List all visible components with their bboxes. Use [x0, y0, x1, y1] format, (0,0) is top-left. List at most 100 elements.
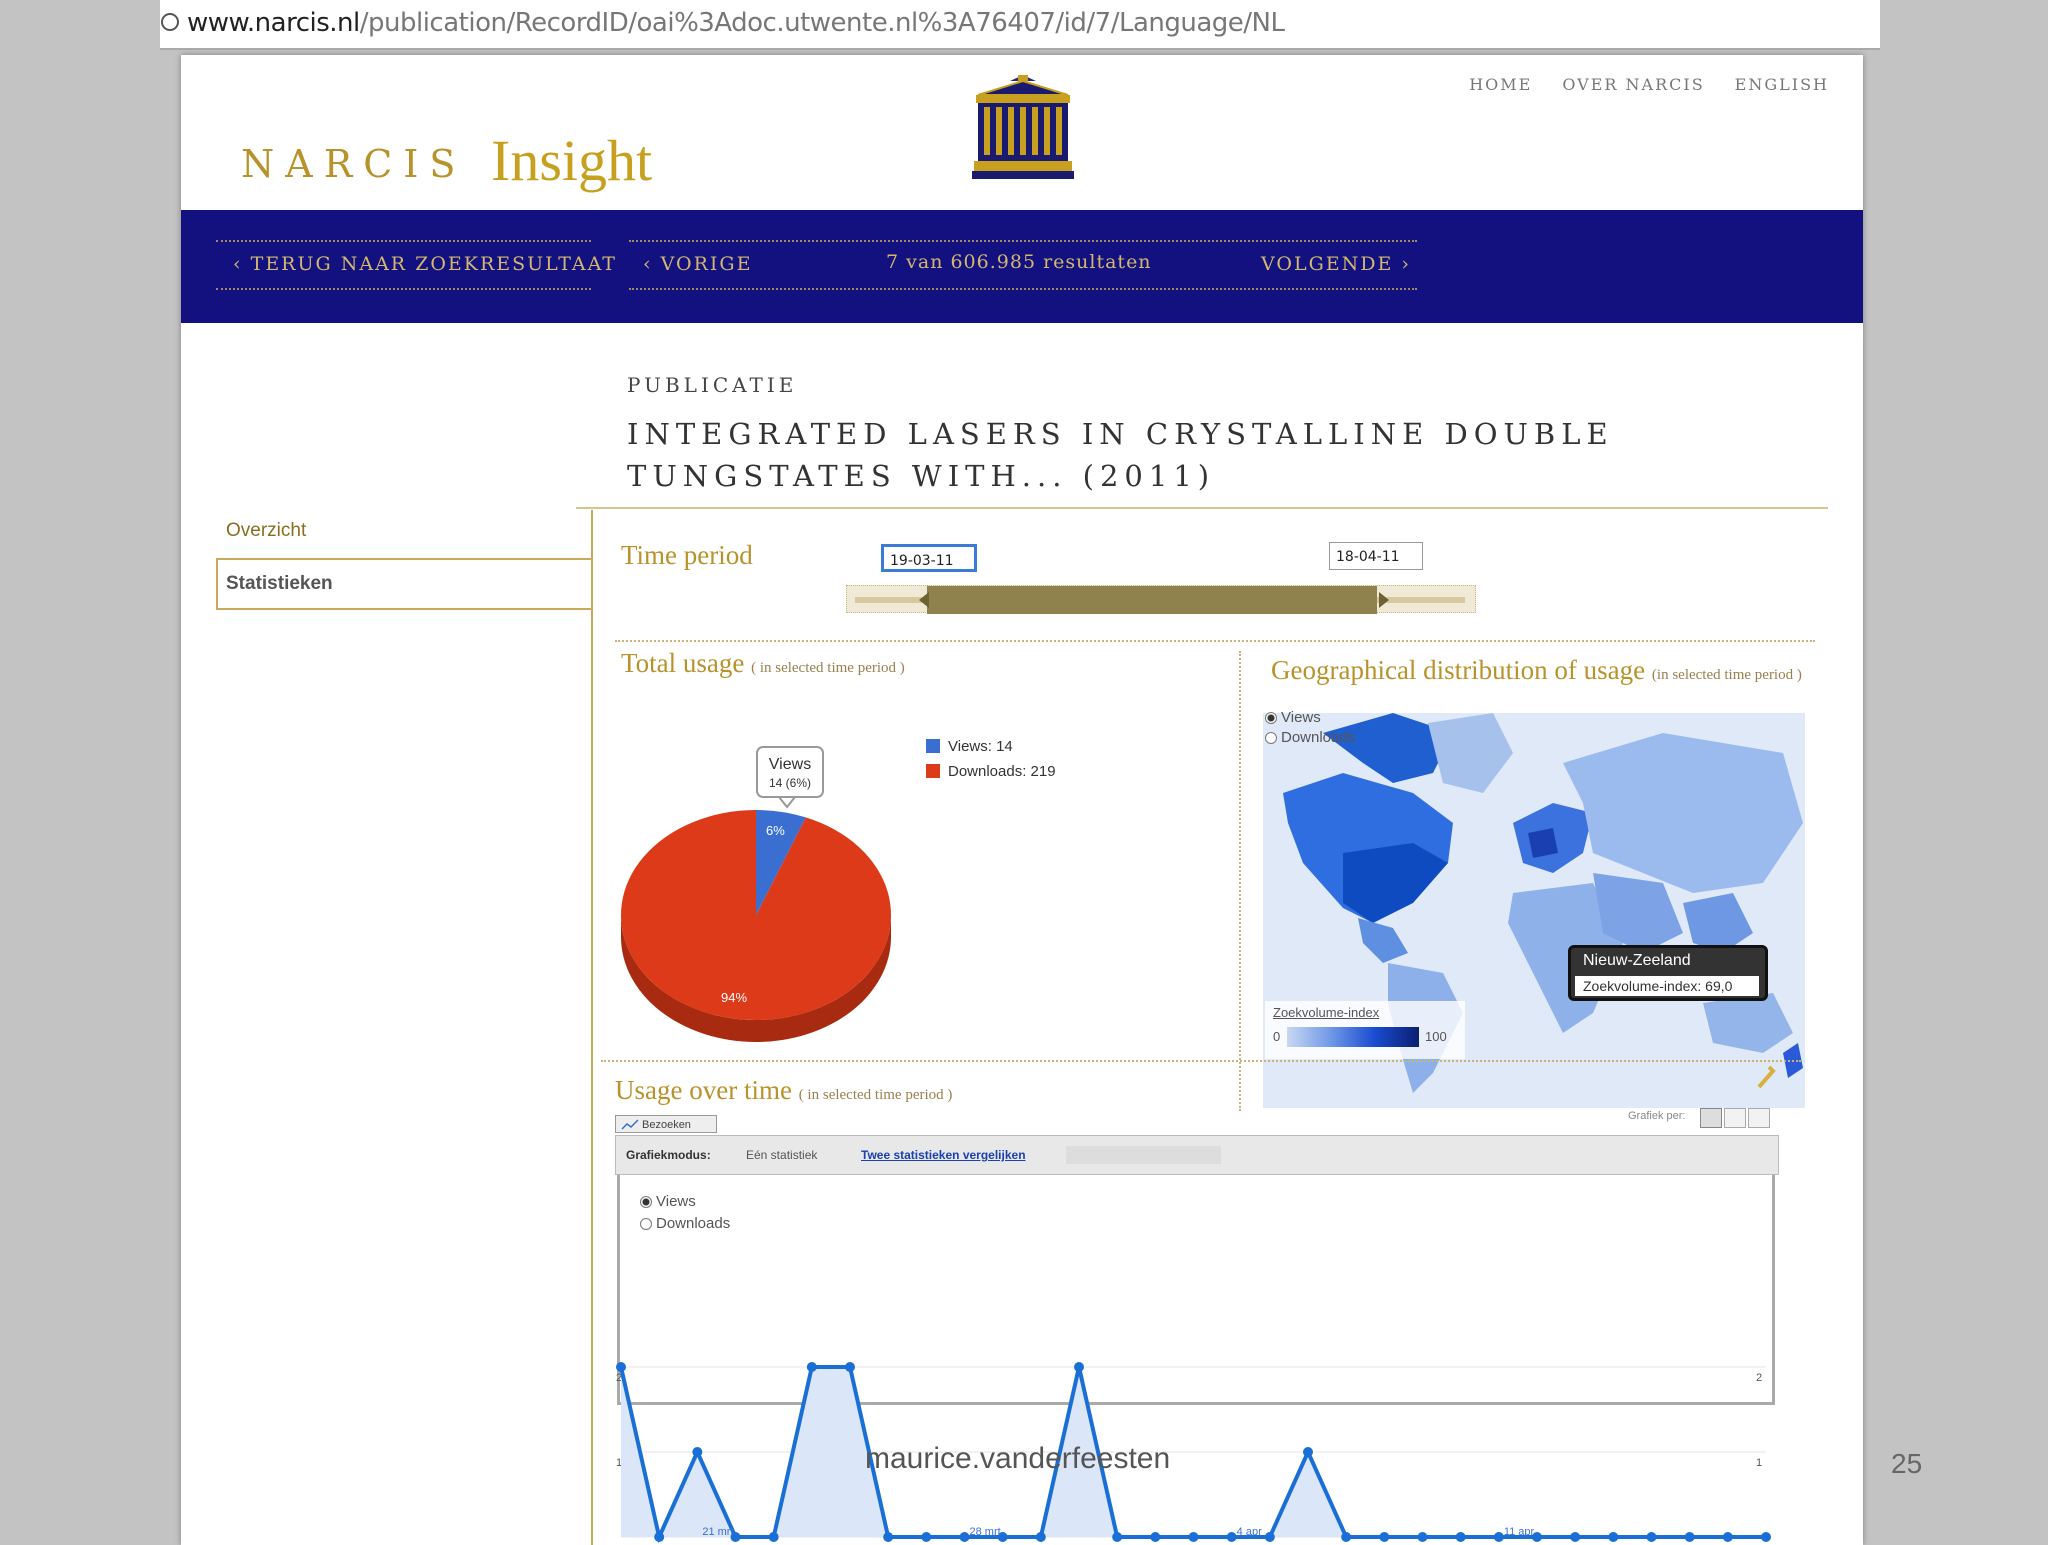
data-point[interactable]	[1341, 1532, 1352, 1542]
time-period-label: Time period	[621, 540, 753, 570]
x-tick-label: 11 apr	[1504, 1526, 1535, 1538]
map-scale-max: 100	[1425, 1029, 1447, 1044]
result-count: 7 van 606.985 resultaten	[886, 251, 1152, 273]
radio-icon	[640, 1218, 652, 1230]
map-scale: Zoekvolume-index 0 100	[1265, 1001, 1465, 1059]
data-point[interactable]	[1150, 1532, 1161, 1542]
geo-radio-downloads[interactable]: Downloads	[1265, 729, 1355, 746]
tab-bezoeken-label: Bezoeken	[642, 1119, 691, 1131]
sidebar-item-overzicht[interactable]: Overzicht	[226, 520, 306, 542]
data-point[interactable]	[883, 1532, 894, 1542]
mode-compare-link[interactable]: Twee statistieken vergelijken	[861, 1148, 1026, 1162]
map-tooltip-country: Nieuw-Zeeland	[1583, 952, 1691, 969]
usage-radio-views[interactable]: Views	[640, 1193, 696, 1210]
data-point[interactable]	[1074, 1362, 1084, 1372]
total-usage-title: Total usage ( in selected time period )	[621, 648, 905, 679]
total-usage-title-text: Total usage	[621, 648, 745, 678]
sidebar-item-statistieken[interactable]: Statistieken	[226, 573, 333, 595]
data-point[interactable]	[1684, 1532, 1695, 1542]
previous-label: VORIGE	[660, 253, 753, 275]
data-point[interactable]	[1303, 1447, 1313, 1457]
data-point[interactable]	[1379, 1532, 1390, 1542]
sidebar-divider	[591, 510, 593, 1545]
month-view-icon[interactable]	[1748, 1108, 1770, 1128]
radio-icon	[1265, 732, 1277, 744]
data-point[interactable]	[1761, 1532, 1771, 1542]
usage-radio-downloads[interactable]: Downloads	[640, 1215, 730, 1232]
top-nav: HOME OVER NARCIS ENGLISH	[1469, 75, 1829, 94]
data-point[interactable]	[959, 1532, 970, 1542]
data-point[interactable]	[845, 1362, 855, 1372]
data-point[interactable]	[1417, 1532, 1428, 1542]
data-point[interactable]	[1493, 1532, 1504, 1542]
nav-over-narcis[interactable]: OVER NARCIS	[1562, 75, 1704, 94]
section-label: PUBLICATIE	[627, 373, 798, 397]
logo-narcis[interactable]: NARCIS	[241, 142, 466, 186]
pie-label-downloads: 94%	[721, 990, 747, 1005]
data-point[interactable]	[1608, 1532, 1619, 1542]
world-map[interactable]: Views Downloads Zoekvolume-index 0 100	[1263, 709, 1805, 1108]
divider	[601, 1060, 1801, 1062]
divider	[216, 288, 591, 290]
web-page: NARCIS Insight HOME OVER NARCIS ENGLISH …	[181, 55, 1863, 1545]
data-point[interactable]	[1112, 1532, 1123, 1542]
address-bar[interactable]: www.narcis.nl/publication/RecordID/oai%3…	[160, 0, 1880, 50]
cursor-arrow-icon	[1757, 1065, 1776, 1089]
back-to-results-link[interactable]: ‹ TERUG NAAR ZOEKRESULTAAT	[233, 253, 617, 275]
next-link[interactable]: VOLGENDE ›	[1261, 253, 1411, 275]
data-point[interactable]	[1264, 1532, 1275, 1542]
data-point[interactable]	[1455, 1532, 1466, 1542]
chevron-left-icon: ‹	[233, 253, 251, 275]
slider-range[interactable]	[927, 586, 1377, 614]
data-point[interactable]	[1722, 1532, 1733, 1542]
divider	[216, 240, 591, 242]
data-point[interactable]	[1570, 1532, 1581, 1542]
data-point[interactable]	[921, 1532, 932, 1542]
usage-over-time-title: Usage over time ( in selected time perio…	[615, 1075, 952, 1106]
data-point[interactable]	[1226, 1532, 1237, 1542]
radio-selected-icon	[640, 1196, 652, 1208]
slider-handle-left[interactable]	[919, 592, 929, 608]
data-point[interactable]	[1188, 1532, 1199, 1542]
page-title: INTEGRATED LASERS IN CRYSTALLINE DOUBLE …	[627, 417, 1614, 493]
nav-english[interactable]: ENGLISH	[1735, 75, 1829, 94]
usage-over-time-title-text: Usage over time	[615, 1075, 792, 1105]
nav-home[interactable]: HOME	[1469, 75, 1532, 94]
geo-title: Geographical distribution of usage (in s…	[1271, 655, 1802, 686]
url-text[interactable]: www.narcis.nl/publication/RecordID/oai%3…	[187, 8, 1285, 38]
usage-line-chart: 2 21 1 21 mrt 28 mrt 4 apr 11 apr	[616, 1362, 1771, 1544]
legend-views-label: Views: 14	[948, 738, 1013, 755]
mode-one-stat[interactable]: Eén statistiek	[746, 1148, 817, 1162]
radio-selected-icon	[1265, 712, 1277, 724]
legend-downloads: Downloads: 219	[926, 763, 1056, 780]
usage-radio-downloads-label: Downloads	[656, 1215, 731, 1232]
slide-number: 25	[1891, 1448, 1923, 1479]
logo-insight[interactable]: Insight	[491, 127, 652, 194]
start-date-input[interactable]: 19-03-11	[881, 544, 977, 572]
previous-link[interactable]: ‹ VORIGE	[643, 253, 752, 275]
data-point[interactable]	[616, 1362, 626, 1372]
data-point[interactable]	[806, 1362, 817, 1372]
data-point[interactable]	[692, 1447, 703, 1457]
data-point[interactable]	[1035, 1532, 1046, 1542]
slide-author: maurice.vanderfeesten	[865, 1442, 1171, 1475]
y-tick-right: 2	[1756, 1372, 1762, 1384]
data-point[interactable]	[1646, 1532, 1657, 1542]
day-view-icon[interactable]	[1700, 1108, 1722, 1128]
map-tooltip-value: Zoekvolume-index: 69,0	[1575, 976, 1759, 996]
geo-radio-downloads-label: Downloads	[1281, 729, 1356, 746]
end-date-input[interactable]: 18-04-11	[1329, 542, 1423, 570]
back-label: TERUG NAAR ZOEKRESULTAAT	[250, 253, 617, 275]
legend-swatch-views	[926, 739, 940, 753]
total-usage-subtitle: ( in selected time period )	[751, 660, 905, 676]
data-point[interactable]	[654, 1532, 665, 1542]
slider-handle-right[interactable]	[1379, 592, 1389, 608]
geo-radio-views[interactable]: Views	[1265, 709, 1321, 726]
data-point[interactable]	[768, 1532, 779, 1542]
week-view-icon[interactable]	[1724, 1108, 1746, 1128]
x-tick-label: 4 apr	[1237, 1526, 1262, 1538]
geo-radio-views-label: Views	[1281, 709, 1321, 726]
divider	[1239, 651, 1241, 1111]
time-slider-track[interactable]	[846, 585, 1476, 614]
pie-label-views: 6%	[766, 823, 785, 838]
